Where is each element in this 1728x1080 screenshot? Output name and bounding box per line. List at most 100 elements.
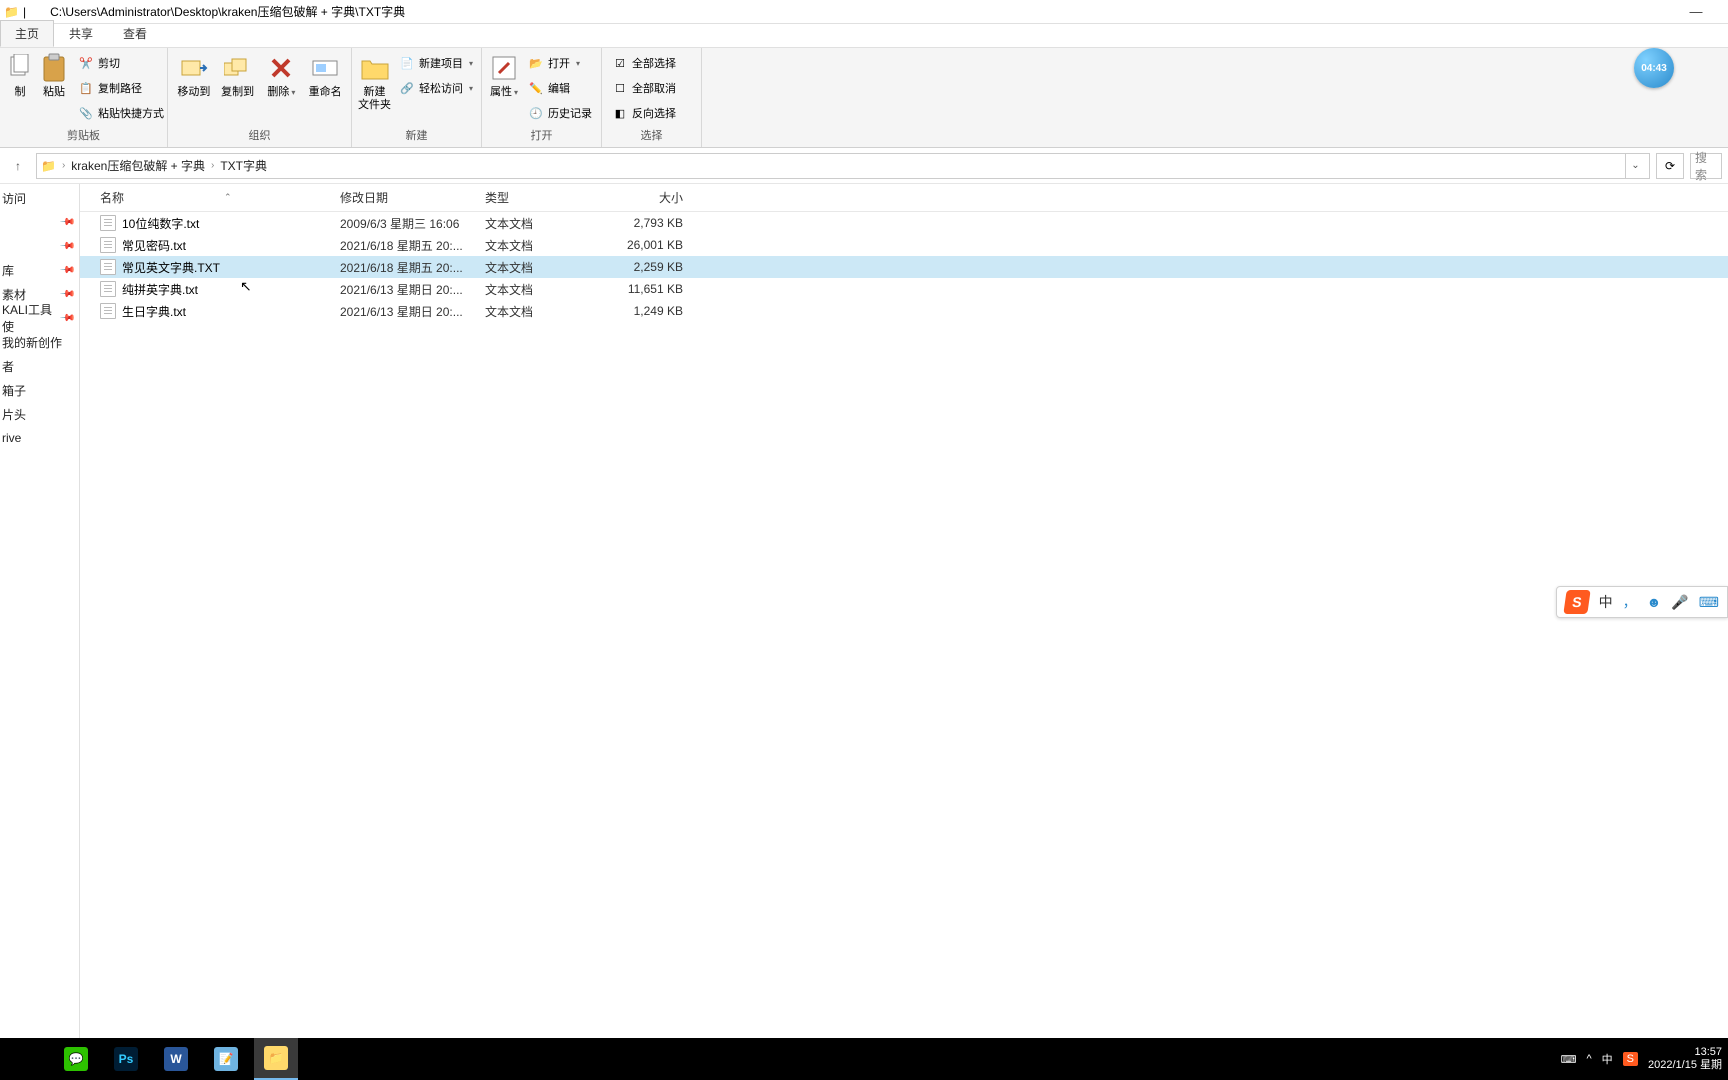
minimize-button[interactable]: — bbox=[1676, 4, 1716, 19]
copy-button[interactable]: 制 bbox=[6, 50, 34, 99]
history-icon: 🕘 bbox=[528, 105, 544, 121]
sidebar-item[interactable]: 📌 bbox=[0, 234, 79, 258]
task-wechat[interactable]: 💬 bbox=[54, 1038, 98, 1080]
ime-face-icon[interactable]: ☻ bbox=[1647, 594, 1662, 610]
clock-overlay: 04:43 bbox=[1634, 48, 1674, 88]
breadcrumb-seg-2[interactable]: TXT字典 bbox=[220, 157, 267, 174]
tray-touchpad-icon[interactable]: ⌨ bbox=[1561, 1053, 1577, 1066]
chevron-right-icon: › bbox=[211, 160, 214, 171]
window-title: C:\Users\Administrator\Desktop\kraken压缩包… bbox=[50, 3, 405, 20]
file-row[interactable]: 常见密码.txt2021/6/18 星期五 20:...文本文档26,001 K… bbox=[80, 234, 1728, 256]
properties-button[interactable]: 属性▾ bbox=[488, 50, 520, 99]
select-none-button[interactable]: ☐全部取消 bbox=[608, 77, 680, 99]
open-icon: 📂 bbox=[528, 55, 544, 71]
history-button[interactable]: 🕘历史记录 bbox=[524, 102, 596, 124]
select-all-button[interactable]: ☑全部选择 bbox=[608, 52, 680, 74]
col-date[interactable]: 修改日期 bbox=[340, 189, 485, 206]
file-date: 2009/6/3 星期三 16:06 bbox=[340, 215, 485, 232]
scissors-icon: ✂️ bbox=[78, 55, 94, 71]
pin-icon: 📌 bbox=[58, 238, 75, 255]
copy-path-button[interactable]: 📋复制路径 bbox=[74, 77, 168, 99]
delete-button[interactable]: 删除▾ bbox=[262, 50, 302, 99]
task-start[interactable] bbox=[4, 1038, 48, 1080]
taskbar: 💬 Ps W 📝 📁 ⌨ ^ 中 S 13:57 2022/1/15 星期 bbox=[0, 1038, 1728, 1080]
sidebar-item-label: 我的新创作 bbox=[2, 334, 62, 351]
tray-datetime[interactable]: 13:57 2022/1/15 星期 bbox=[1648, 1046, 1722, 1072]
edit-button[interactable]: ✏️编辑 bbox=[524, 77, 596, 99]
group-open-label: 打开 bbox=[488, 125, 595, 145]
properties-icon bbox=[488, 52, 520, 84]
sidebar-item-label: 者 bbox=[2, 358, 14, 375]
file-row[interactable]: 10位纯数字.txt2009/6/3 星期三 16:06文本文档2,793 KB bbox=[80, 212, 1728, 234]
sidebar-item[interactable] bbox=[0, 450, 79, 474]
ime-punct[interactable]: ， bbox=[1623, 592, 1637, 612]
copy-to-button[interactable]: 复制到 bbox=[218, 50, 258, 99]
tab-home[interactable]: 主页 bbox=[0, 20, 54, 47]
col-name[interactable]: 名称⌃ bbox=[80, 189, 340, 206]
breadcrumb-seg-1[interactable]: kraken压缩包破解 + 字典 bbox=[71, 157, 205, 174]
task-explorer[interactable]: 📁 bbox=[254, 1038, 298, 1080]
tray-lang[interactable]: 中 bbox=[1602, 1051, 1613, 1067]
rename-button[interactable]: 重命名 bbox=[305, 50, 345, 99]
sidebar-item-label: KALI工具使 bbox=[2, 301, 61, 335]
select-none-icon: ☐ bbox=[612, 80, 628, 96]
file-row[interactable]: 常见英文字典.TXT2021/6/18 星期五 20:...文本文档2,259 … bbox=[80, 256, 1728, 278]
tray-up-icon[interactable]: ^ bbox=[1586, 1053, 1591, 1065]
title-bar: 📁 | C:\Users\Administrator\Desktop\krake… bbox=[0, 0, 1728, 24]
shortcut-icon: 📎 bbox=[78, 105, 94, 121]
open-button[interactable]: 📂打开▾ bbox=[524, 52, 596, 74]
file-name: 常见英文字典.TXT bbox=[122, 259, 220, 276]
chevron-down-icon: ▾ bbox=[576, 59, 580, 68]
move-to-button[interactable]: 移动到 bbox=[174, 50, 214, 99]
file-type: 文本文档 bbox=[485, 281, 605, 298]
sidebar-item[interactable]: rive bbox=[0, 426, 79, 450]
file-name: 生日字典.txt bbox=[122, 303, 186, 320]
ime-keyboard-icon[interactable]: ⌨ bbox=[1699, 594, 1719, 611]
sogou-logo-icon: S bbox=[1563, 590, 1590, 614]
sidebar-item[interactable]: 者 bbox=[0, 354, 79, 378]
sidebar-item-label: rive bbox=[2, 431, 21, 445]
paste-button[interactable]: 粘贴 bbox=[38, 50, 70, 99]
tray-date: 2022/1/15 星期 bbox=[1648, 1059, 1722, 1072]
new-item-icon: 📄 bbox=[399, 55, 415, 71]
invert-selection-button[interactable]: ◧反向选择 bbox=[608, 102, 680, 124]
new-item-button[interactable]: 📄新建项目▾ bbox=[395, 52, 477, 74]
file-type: 文本文档 bbox=[485, 237, 605, 254]
sidebar-item[interactable]: 片头 bbox=[0, 402, 79, 426]
sidebar-item[interactable]: 库📌 bbox=[0, 258, 79, 282]
ime-toolbar[interactable]: S 中 ， ☻ 🎤 ⌨ bbox=[1556, 586, 1728, 618]
group-organize-label: 组织 bbox=[174, 125, 345, 145]
sidebar-item[interactable]: KALI工具使📌 bbox=[0, 306, 79, 330]
col-type[interactable]: 类型 bbox=[485, 189, 605, 206]
tab-share[interactable]: 共享 bbox=[54, 20, 108, 47]
sidebar-item-label: 素材 bbox=[2, 286, 26, 303]
group-select-label: 选择 bbox=[608, 125, 695, 145]
breadcrumb[interactable]: 📁 › kraken压缩包破解 + 字典 › TXT字典 ⌄ bbox=[36, 153, 1650, 179]
breadcrumb-dropdown[interactable]: ⌄ bbox=[1625, 154, 1645, 178]
cut-button[interactable]: ✂️剪切 bbox=[74, 52, 168, 74]
search-input[interactable]: 搜索 bbox=[1690, 153, 1722, 179]
ime-lang[interactable]: 中 bbox=[1599, 592, 1613, 612]
new-folder-button[interactable]: 新建 文件夹 bbox=[358, 50, 391, 112]
task-photoshop[interactable]: Ps bbox=[104, 1038, 148, 1080]
paste-shortcut-button[interactable]: 📎粘贴快捷方式 bbox=[74, 102, 168, 124]
sidebar-item[interactable]: 📌 bbox=[0, 210, 79, 234]
chevron-down-icon: ▾ bbox=[469, 59, 473, 68]
group-new-label: 新建 bbox=[358, 125, 475, 145]
file-row[interactable]: 生日字典.txt2021/6/13 星期日 20:...文本文档1,249 KB bbox=[80, 300, 1728, 322]
pin-icon: 📌 bbox=[58, 214, 75, 231]
ime-mic-icon[interactable]: 🎤 bbox=[1671, 594, 1688, 611]
sidebar-item[interactable]: 访问 bbox=[0, 186, 79, 210]
up-button[interactable]: ↑ bbox=[6, 154, 30, 178]
sidebar-item[interactable]: 我的新创作 bbox=[0, 330, 79, 354]
task-word[interactable]: W bbox=[154, 1038, 198, 1080]
easy-access-button[interactable]: 🔗轻松访问▾ bbox=[395, 77, 477, 99]
sidebar-item[interactable]: 箱子 bbox=[0, 378, 79, 402]
tab-view[interactable]: 查看 bbox=[108, 20, 162, 47]
folder-icon: 📁 bbox=[4, 5, 19, 19]
file-row[interactable]: 纯拼英字典.txt2021/6/13 星期日 20:...文本文档11,651 … bbox=[80, 278, 1728, 300]
col-size[interactable]: 大小 bbox=[605, 189, 695, 206]
refresh-button[interactable]: ⟳ bbox=[1656, 153, 1684, 179]
task-notepad[interactable]: 📝 bbox=[204, 1038, 248, 1080]
tray-sogou-icon[interactable]: S bbox=[1623, 1052, 1638, 1066]
